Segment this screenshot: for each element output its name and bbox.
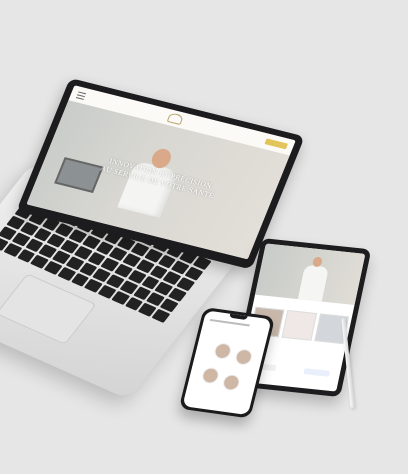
- nav-cta-button[interactable]: [264, 138, 289, 150]
- phone-team-avatar[interactable]: [212, 342, 233, 360]
- device-mockup-scene: INNOVATION ET PRÉCISION AU SERVICE DE VO…: [0, 0, 408, 474]
- clinic-logo[interactable]: [166, 112, 185, 126]
- tablet-footer-block: [303, 368, 331, 377]
- phone-screen: [182, 310, 272, 416]
- phone-team-avatar[interactable]: [221, 373, 242, 392]
- tablet-card[interactable]: [281, 310, 317, 341]
- menu-icon[interactable]: [75, 90, 87, 100]
- phone-team-avatar[interactable]: [200, 366, 221, 385]
- phone-device: [178, 307, 276, 419]
- tablet-doctor-figure: [297, 264, 330, 302]
- tablet-hero: [255, 243, 366, 306]
- phone-team-avatar[interactable]: [233, 348, 254, 366]
- phone-notch: [229, 313, 248, 321]
- phone-top-bar: [209, 318, 250, 327]
